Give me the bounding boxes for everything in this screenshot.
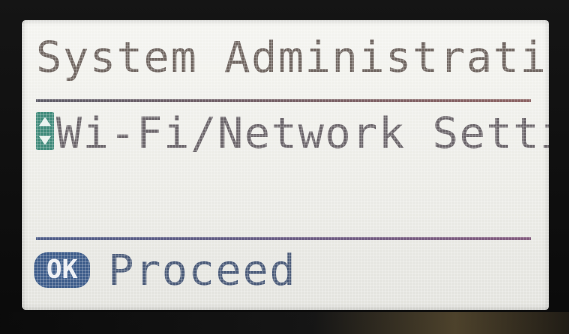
ok-button-label: OK <box>46 255 78 285</box>
proceed-label: Proceed <box>108 246 297 296</box>
up-down-arrows-icon <box>36 112 54 150</box>
arrow-down-icon <box>39 136 51 145</box>
arrow-up-icon <box>39 117 51 126</box>
title-divider <box>36 99 531 102</box>
action-divider <box>36 237 531 240</box>
ok-button[interactable]: OK <box>34 252 90 288</box>
printer-lcd-device: System Administration Wi-Fi/Network Sett… <box>0 0 569 334</box>
bezel-reflection <box>0 312 569 334</box>
menu-item-wifi-network-settings[interactable]: Wi-Fi/Network Settings <box>36 104 549 164</box>
menu-item-label: Wi-Fi/Network Settings <box>56 109 549 159</box>
page-title: System Administration <box>36 33 549 83</box>
lcd-screen: System Administration Wi-Fi/Network Sett… <box>22 20 549 310</box>
